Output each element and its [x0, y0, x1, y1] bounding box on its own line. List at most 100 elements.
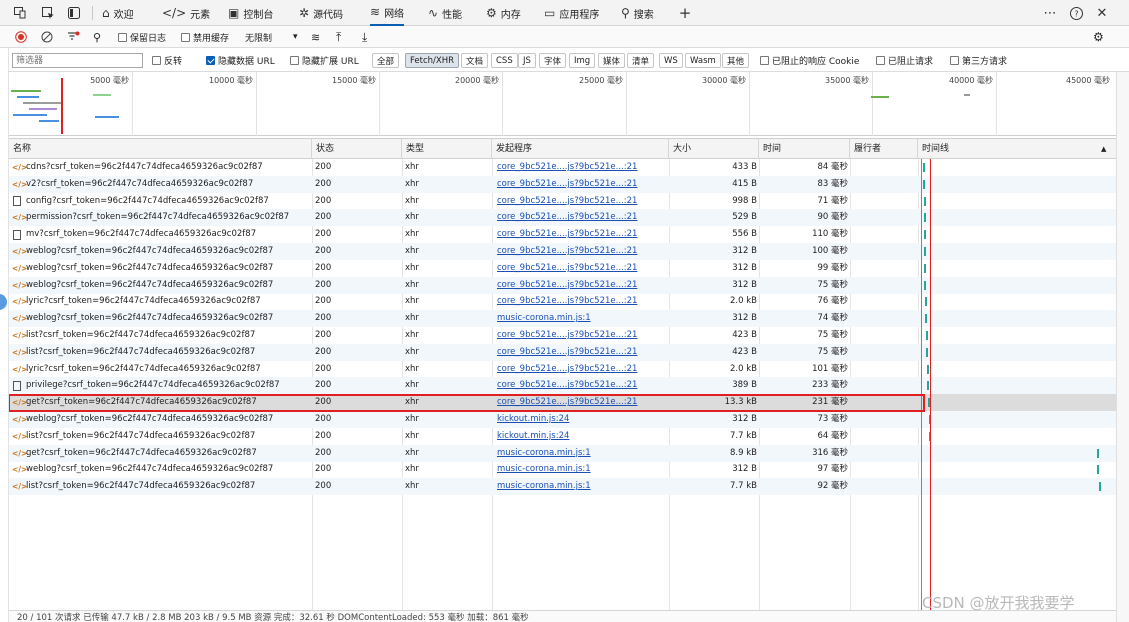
request-name[interactable]: </> lyric?csrf_token=96c2f447c74dfeca4659… [12, 361, 312, 378]
clear-icon[interactable] [41, 29, 53, 45]
tab-console[interactable]: ▣ 控制台 [228, 0, 273, 26]
dock-side-icon[interactable] [66, 5, 82, 21]
request-name[interactable]: mv?csrf_token=96c2f447c74dfeca4659326ac9… [12, 226, 312, 243]
request-name[interactable]: </> get?csrf_token=96c2f447c74dfeca465932… [12, 445, 312, 462]
column-header-waterfall[interactable]: 时间线 [918, 139, 1116, 159]
type-filter-fetch-xhr[interactable]: Fetch/XHR [405, 53, 460, 68]
table-row[interactable]: </> list?csrf_token=96c2f447c74dfeca46593… [9, 327, 1116, 344]
request-name[interactable]: </> list?csrf_token=96c2f447c74dfeca46593… [12, 478, 312, 495]
type-filter-all[interactable]: 全部 [372, 53, 400, 68]
column-header-type[interactable]: 类型 [402, 139, 492, 159]
request-name[interactable]: config?csrf_token=96c2f447c74dfeca465932… [12, 193, 312, 210]
request-name[interactable]: </> list?csrf_token=96c2f447c74dfeca46593… [12, 327, 312, 344]
request-name[interactable]: </> weblog?csrf_token=96c2f447c74dfeca465… [12, 411, 312, 428]
table-row[interactable]: </> lyric?csrf_token=96c2f447c74dfeca4659… [9, 293, 1116, 310]
table-row[interactable]: </> v2?csrf_token=96c2f447c74dfeca4659326… [9, 175, 1116, 193]
request-initiator-link[interactable]: core_9bc521e....js?9bc521e...:21 [497, 361, 667, 378]
request-initiator-link[interactable]: kickout.min.js:24 [497, 411, 667, 428]
settings-gear-icon[interactable]: ⚙ [1093, 29, 1104, 45]
type-filter-js[interactable]: JS [518, 53, 536, 68]
request-initiator-link[interactable]: core_9bc521e....js?9bc521e...:21 [497, 176, 667, 193]
column-header-name[interactable]: 名称 [9, 139, 312, 159]
table-row[interactable]: privilege?csrf_token=96c2f447c74dfeca465… [9, 377, 1116, 395]
request-name[interactable]: privilege?csrf_token=96c2f447c74dfeca465… [12, 377, 312, 394]
filter-input[interactable] [12, 53, 143, 68]
table-row[interactable]: </> weblog?csrf_token=96c2f447c74dfeca465… [9, 243, 1116, 260]
request-name[interactable]: </> cdns?csrf_token=96c2f447c74dfeca46593… [12, 159, 312, 176]
request-initiator-link[interactable]: core_9bc521e....js?9bc521e...:21 [497, 226, 667, 243]
filter-icon[interactable] [67, 29, 80, 45]
tab-memory[interactable]: ⚙ 内存 [486, 0, 521, 26]
request-name[interactable]: </> weblog?csrf_token=96c2f447c74dfeca465… [12, 243, 312, 260]
table-row[interactable]: mv?csrf_token=96c2f447c74dfeca4659326ac9… [9, 226, 1116, 243]
request-name[interactable]: </> list?csrf_token=96c2f447c74dfeca46593… [12, 428, 312, 445]
table-row[interactable]: </> list?csrf_token=96c2f447c74dfeca46593… [9, 343, 1116, 361]
export-har-icon[interactable]: ⤓ [362, 29, 367, 45]
disable-cache-checkbox[interactable]: 禁用缓存 [181, 29, 229, 45]
column-header-size[interactable]: 大小 [669, 139, 759, 159]
preserve-log-checkbox[interactable]: 保留日志 [118, 29, 166, 45]
request-initiator-link[interactable]: core_9bc521e....js?9bc521e...:21 [497, 159, 667, 176]
table-row[interactable]: </> get?csrf_token=96c2f447c74dfeca465932… [9, 444, 1116, 462]
device-emulation-icon[interactable] [12, 5, 28, 21]
request-initiator-link[interactable]: core_9bc521e....js?9bc521e...:21 [497, 209, 667, 226]
request-name[interactable]: </> weblog?csrf_token=96c2f447c74dfeca465… [12, 260, 312, 277]
request-initiator-link[interactable]: core_9bc521e....js?9bc521e...:21 [497, 193, 667, 210]
column-header-status[interactable]: 状态 [312, 139, 402, 159]
request-initiator-link[interactable]: music-corona.min.js:1 [497, 478, 667, 495]
type-filter-media[interactable]: 媒体 [598, 53, 626, 68]
table-row[interactable]: config?csrf_token=96c2f447c74dfeca465932… [9, 193, 1116, 210]
add-tab-icon[interactable]: + [677, 4, 693, 22]
invert-checkbox[interactable]: 反转 [152, 53, 182, 68]
hide-extension-urls-checkbox[interactable]: 隐藏扩展 URL [290, 53, 359, 68]
tab-welcome[interactable]: ⌂ 欢迎 [102, 0, 134, 26]
request-initiator-link[interactable]: core_9bc521e....js?9bc521e...:21 [497, 293, 667, 310]
request-initiator-link[interactable]: core_9bc521e....js?9bc521e...:21 [497, 344, 667, 361]
table-row[interactable]: </> permission?csrf_token=96c2f447c74dfec… [9, 209, 1116, 227]
request-name[interactable]: </> lyric?csrf_token=96c2f447c74dfeca4659… [12, 293, 312, 310]
request-name[interactable]: </> weblog?csrf_token=96c2f447c74dfeca465… [12, 310, 312, 327]
import-har-icon[interactable]: ⤒ [336, 29, 341, 45]
search-icon[interactable]: ⚲ [93, 29, 101, 45]
column-header-fulfilled-by[interactable]: 履行者 [850, 139, 918, 159]
request-initiator-link[interactable]: kickout.min.js:24 [497, 428, 667, 445]
tab-performance[interactable]: ∿ 性能 [428, 0, 462, 26]
request-name[interactable]: </> v2?csrf_token=96c2f447c74dfeca4659326… [12, 176, 312, 193]
tab-network[interactable]: ≋ 网络 [370, 0, 405, 26]
table-row[interactable]: </> lyric?csrf_token=96c2f447c74dfeca4659… [9, 361, 1116, 378]
type-filter-doc[interactable]: 文档 [461, 53, 489, 68]
blocked-cookies-checkbox[interactable]: 已阻止的响应 Cookie [760, 53, 859, 68]
request-initiator-link[interactable]: music-corona.min.js:1 [497, 461, 667, 478]
request-name[interactable]: </> permission?csrf_token=96c2f447c74dfec… [12, 209, 312, 226]
column-header-time[interactable]: 时间 [759, 139, 850, 159]
network-conditions-icon[interactable]: ≋ [311, 29, 320, 45]
type-filter-other[interactable]: 其他 [722, 53, 750, 68]
request-initiator-link[interactable]: core_9bc521e....js?9bc521e...:21 [497, 327, 667, 344]
type-filter-css[interactable]: CSS [491, 53, 518, 68]
column-header-initiator[interactable]: 发起程序 [492, 139, 669, 159]
table-row[interactable]: </> weblog?csrf_token=96c2f447c74dfeca465… [9, 276, 1116, 294]
request-name[interactable]: </> weblog?csrf_token=96c2f447c74dfeca465… [12, 461, 312, 478]
table-row[interactable]: </> list?csrf_token=96c2f447c74dfeca46593… [9, 428, 1116, 445]
type-filter-wasm[interactable]: Wasm [685, 53, 721, 68]
close-icon[interactable]: ✕ [1094, 5, 1110, 21]
vertical-scrollbar[interactable] [1116, 72, 1129, 622]
table-row[interactable]: </> weblog?csrf_token=96c2f447c74dfeca465… [9, 411, 1116, 428]
throttling-select[interactable]: 无限制 ▾ [245, 29, 298, 45]
table-row[interactable]: </> weblog?csrf_token=96c2f447c74dfeca465… [9, 260, 1116, 277]
request-initiator-link[interactable]: core_9bc521e....js?9bc521e...:21 [497, 377, 667, 394]
request-initiator-link[interactable]: core_9bc521e....js?9bc521e...:21 [497, 260, 667, 277]
more-options-icon[interactable]: ⋯ [1042, 5, 1058, 21]
type-filter-manifest[interactable]: 清单 [627, 53, 655, 68]
tab-sources[interactable]: ✲ 源代码 [299, 0, 343, 26]
request-name[interactable]: </> weblog?csrf_token=96c2f447c74dfeca465… [12, 277, 312, 294]
record-button[interactable] [15, 29, 27, 45]
table-row[interactable]: </> weblog?csrf_token=96c2f447c74dfeca465… [9, 310, 1116, 328]
tab-application[interactable]: ▭ 应用程序 [544, 0, 599, 26]
help-icon[interactable]: ? [1068, 5, 1084, 21]
hide-data-urls-checkbox[interactable]: 隐藏数据 URL [206, 53, 275, 68]
type-filter-font[interactable]: 字体 [539, 53, 567, 68]
request-name[interactable]: </> list?csrf_token=96c2f447c74dfeca46593… [12, 344, 312, 361]
request-initiator-link[interactable]: music-corona.min.js:1 [497, 310, 667, 327]
table-row[interactable]: </> weblog?csrf_token=96c2f447c74dfeca465… [9, 461, 1116, 478]
